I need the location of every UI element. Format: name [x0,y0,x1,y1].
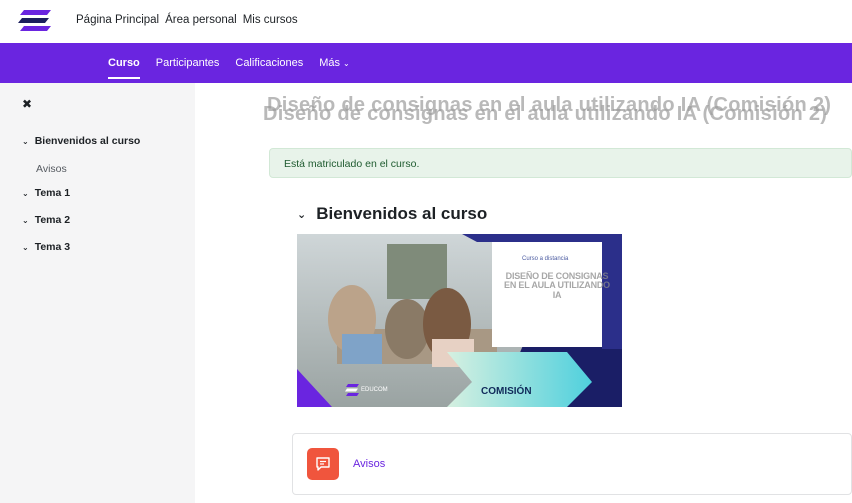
course-index-drawer: ✖ ⌄ Bienvenidos al curso Avisos ⌄ Tema 1… [0,83,195,503]
tab-course[interactable]: Curso [100,43,148,83]
activity-link-avisos[interactable]: Avisos [353,458,385,470]
page-title: Diseño de consignas en el aula utilizand… [257,92,852,132]
nav-my-courses-link[interactable]: Mis cursos [243,14,298,26]
course-navigation-bar: Curso Participantes Calificaciones Más ⌄ [0,43,852,83]
nav-dashboard-link[interactable]: Área personal [165,14,237,26]
close-drawer-icon[interactable]: ✖ [22,97,32,111]
section-label: Tema 2 [34,214,71,226]
tab-grades[interactable]: Calificaciones [227,43,311,83]
page-title-shadow: Diseño de consignas en el aula utilizand… [263,103,828,125]
course-banner-image: Curso a distancia DISEÑO DE CONSIGNAS EN… [297,234,622,407]
banner-brand-logo-icon [345,384,359,396]
enrolment-alert: Está matriculado en el curso. [269,148,852,178]
section-label: Bienvenidos al curso [34,135,141,147]
course-index-section-tema-1[interactable]: ⌄ Tema 1 [22,187,70,199]
section-title: Bienvenidos al curso [316,204,488,223]
banner-subtitle: Curso a distancia [522,256,569,262]
forum-icon [307,448,339,480]
nav-home-link[interactable]: Página Principal [76,14,159,26]
site-logo-icon[interactable] [18,9,52,33]
section-label: Tema 1 [34,187,71,199]
chevron-down-icon[interactable]: ⌄ [297,208,306,221]
course-index-item-avisos[interactable]: Avisos [36,163,67,175]
activity-card-avisos: Avisos [292,433,852,495]
tab-more[interactable]: Más ⌄ [311,43,357,83]
top-navbar: Página Principal Área personal Mis curso… [0,0,852,43]
chevron-down-icon[interactable]: ⌄ [22,216,29,225]
chevron-down-icon[interactable]: ⌄ [22,137,29,146]
chevron-down-icon[interactable]: ⌄ [22,243,29,252]
banner-title: DISEÑO DE CONSIGNAS EN EL AULA UTILIZAND… [504,271,610,300]
section-heading-bienvenidos[interactable]: ⌄ Bienvenidos al curso [297,204,487,224]
chevron-down-icon: ⌄ [343,58,350,68]
section-label: Tema 3 [34,241,71,253]
main-content: Diseño de consignas en el aula utilizand… [195,83,852,503]
banner-brand: EDUCOM [361,387,388,393]
course-index-section-tema-2[interactable]: ⌄ Tema 2 [22,214,70,226]
course-index-section-bienvenidos[interactable]: ⌄ Bienvenidos al curso [22,135,140,147]
banner-comision: COMISIÓN [481,386,532,397]
tab-participants[interactable]: Participantes [148,43,228,83]
chevron-down-icon[interactable]: ⌄ [22,189,29,198]
primary-navigation: Página Principal Área personal Mis curso… [76,14,298,26]
course-index-section-tema-3[interactable]: ⌄ Tema 3 [22,241,70,253]
banner-artwork [297,234,622,407]
